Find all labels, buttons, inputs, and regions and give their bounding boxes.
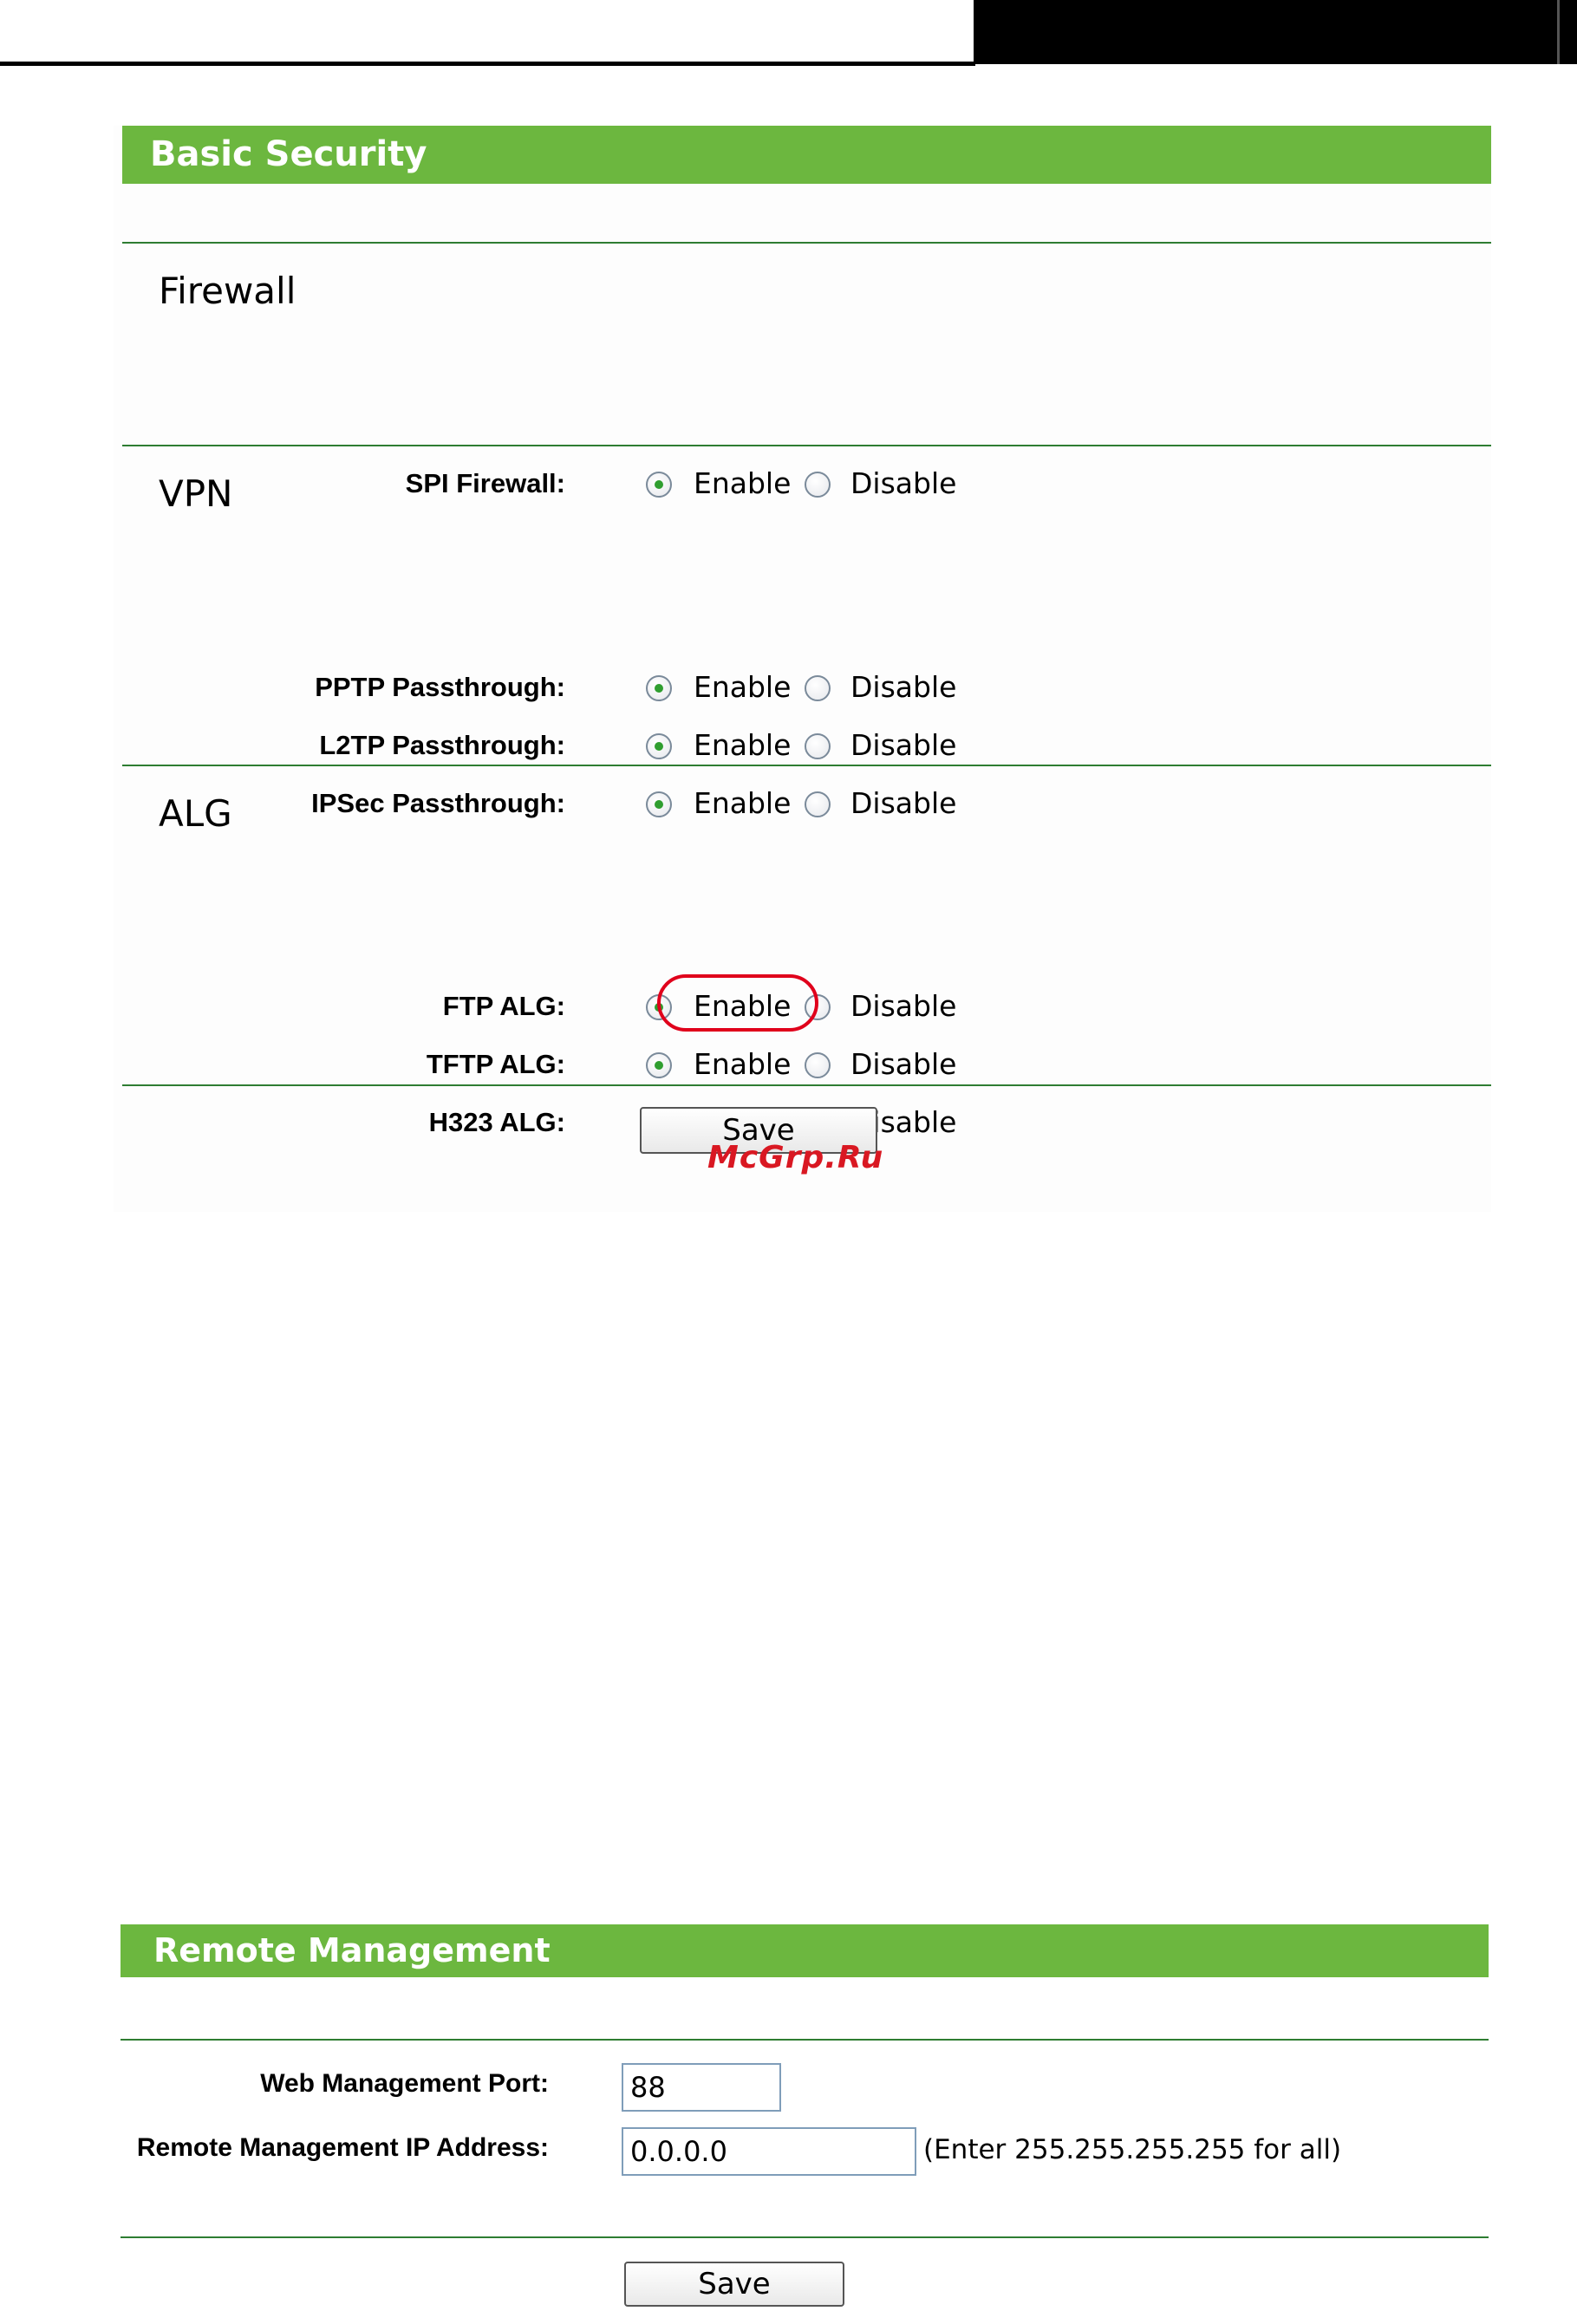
disable-radio[interactable]: [805, 472, 831, 498]
enable-radio[interactable]: [646, 675, 672, 701]
save-button[interactable]: Save: [624, 2262, 844, 2307]
enable-radio-label[interactable]: Enable: [694, 728, 791, 763]
row-label: L2TP Passthrough:: [319, 730, 565, 760]
disable-radio-label[interactable]: Disable: [850, 989, 956, 1024]
web-port-label: Web Management Port:: [260, 2069, 549, 2098]
highlight-annotation-ring: [657, 974, 818, 1032]
row-label: TFTP ALG:: [426, 1049, 565, 1079]
section-title-vpn: VPN: [159, 472, 233, 515]
ip-address-hint: (Enter 255.255.255.255 for all): [923, 2134, 1342, 2165]
remote-management-panel: Remote Management Web Management Port: 8…: [121, 1924, 1489, 2324]
disable-radio[interactable]: [805, 675, 831, 701]
top-header-block: [974, 0, 1577, 64]
disable-radio-label[interactable]: Disable: [850, 670, 956, 705]
enable-radio[interactable]: [646, 733, 672, 759]
enable-radio-label[interactable]: Enable: [694, 670, 791, 705]
disable-radio[interactable]: [805, 733, 831, 759]
ip-address-label: Remote Management IP Address:: [136, 2133, 549, 2162]
enable-radio-label[interactable]: Enable: [694, 466, 791, 501]
ip-address-input[interactable]: 0.0.0.0: [622, 2127, 916, 2176]
divider: [122, 242, 1491, 244]
top-rule: [0, 62, 975, 66]
row-ipsec-passthrough: IPSec Passthrough: Enable Disable: [114, 786, 1491, 821]
row-l2tp-passthrough: L2TP Passthrough: Enable Disable: [114, 728, 1491, 763]
disable-radio-label[interactable]: Disable: [850, 786, 956, 821]
disable-radio-label[interactable]: Disable: [850, 466, 956, 501]
divider: [121, 2236, 1489, 2238]
panel-title: Remote Management: [121, 1924, 1489, 1977]
divider: [122, 1084, 1491, 1086]
disable-radio[interactable]: [805, 791, 831, 817]
panel-title: Basic Security: [122, 126, 1491, 184]
enable-radio[interactable]: [646, 472, 672, 498]
enable-radio-label[interactable]: Enable: [694, 1047, 791, 1082]
enable-radio[interactable]: [646, 791, 672, 817]
disable-radio[interactable]: [805, 1052, 831, 1078]
enable-radio-label[interactable]: Enable: [694, 786, 791, 821]
basic-security-panel: Basic Security Firewall SPI Firewall: En…: [114, 126, 1491, 1212]
row-label: H323 ALG:: [428, 1107, 565, 1137]
section-title-alg: ALG: [159, 792, 232, 835]
watermark: McGrp.Ru: [707, 1140, 884, 1175]
disable-radio-label[interactable]: Disable: [850, 1047, 956, 1082]
divider: [121, 2039, 1489, 2041]
row-pptp-passthrough: PPTP Passthrough: Enable Disable: [114, 670, 1491, 705]
section-title-firewall: Firewall: [159, 270, 297, 312]
row-label: PPTP Passthrough:: [315, 672, 565, 702]
enable-radio[interactable]: [646, 1052, 672, 1078]
disable-radio-label[interactable]: Disable: [850, 728, 956, 763]
row-spi-firewall: SPI Firewall: Enable Disable: [114, 466, 1491, 501]
row-label: FTP ALG:: [442, 991, 565, 1021]
row-tftp-alg: TFTP ALG: Enable Disable: [114, 1047, 1491, 1082]
top-header-block-edge: [1557, 0, 1560, 64]
divider: [122, 765, 1491, 766]
web-port-input[interactable]: 88: [622, 2063, 781, 2112]
divider: [122, 445, 1491, 446]
